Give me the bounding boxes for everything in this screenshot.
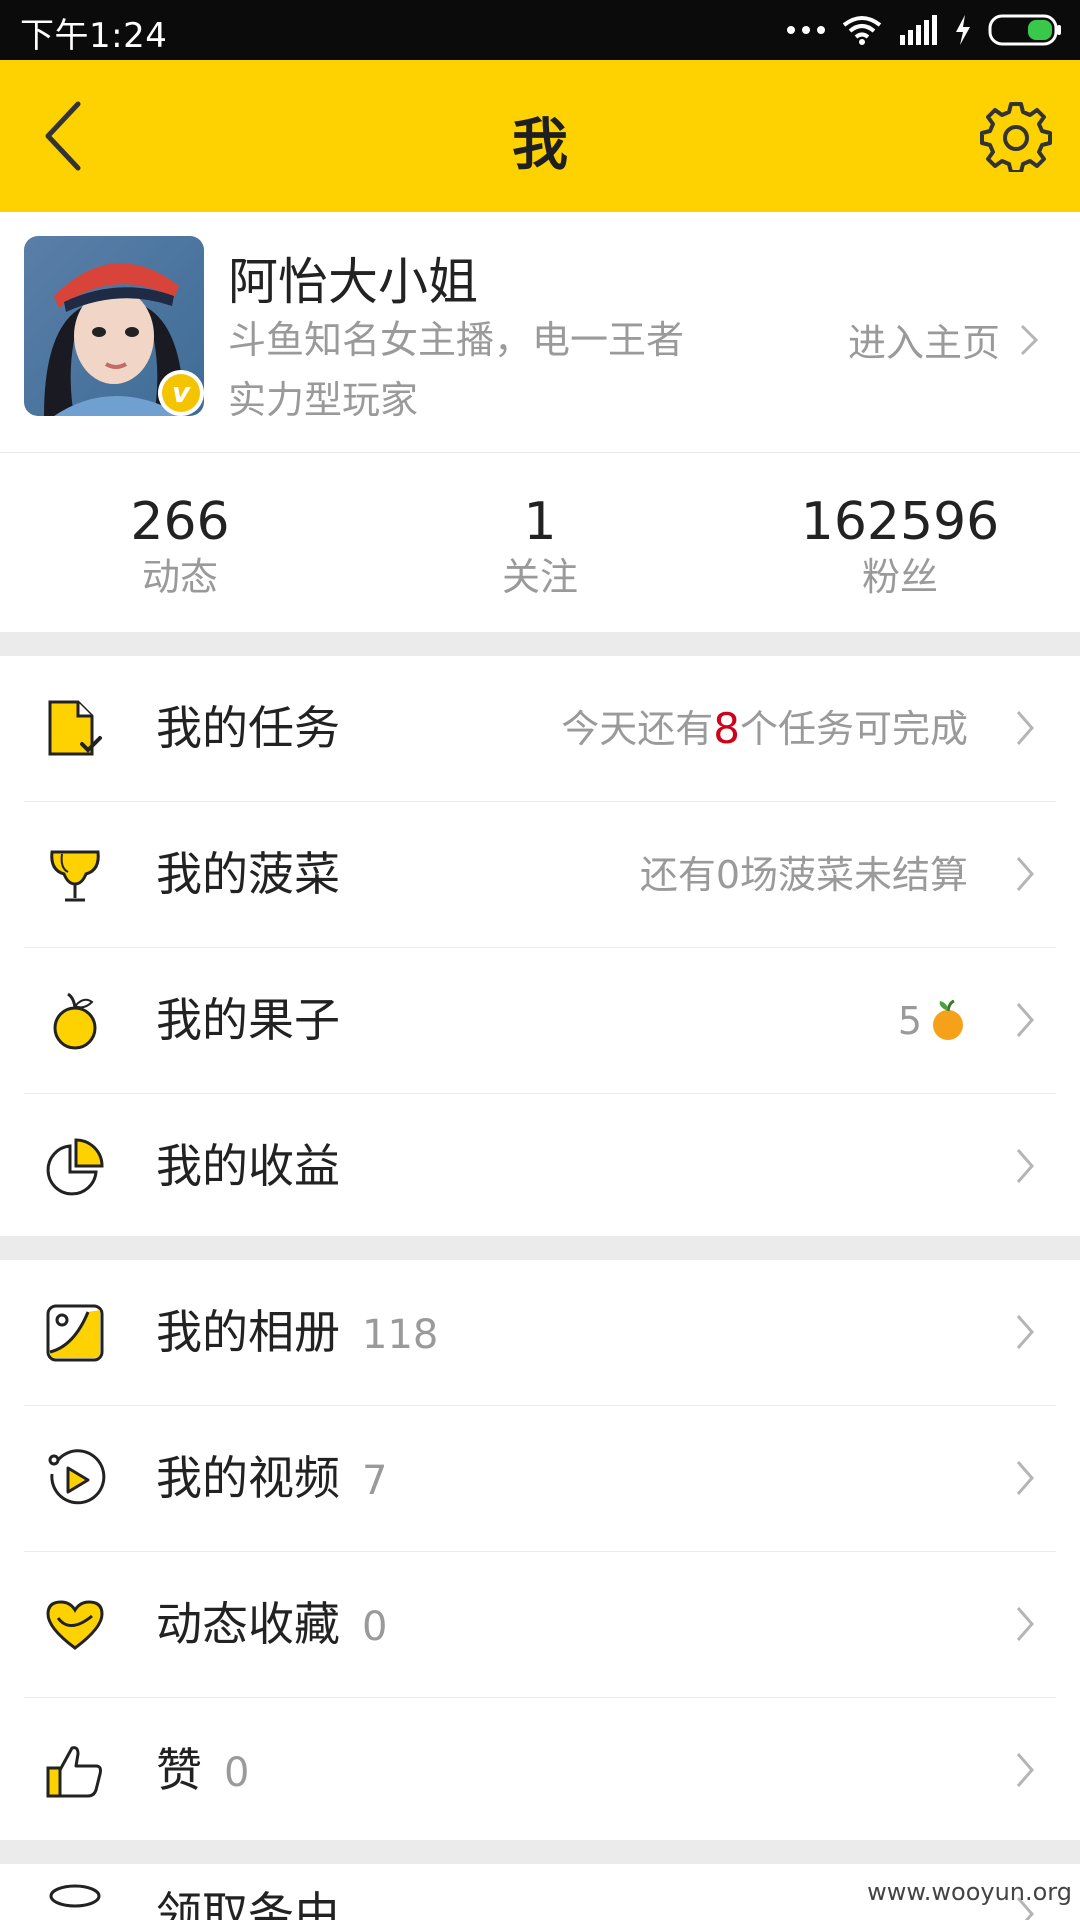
- chevron-right-icon: [1016, 1753, 1034, 1787]
- menu-item-video[interactable]: 我的视频 7: [24, 1406, 1056, 1552]
- stat-following[interactable]: 1 关注: [360, 452, 720, 632]
- video-count: 7: [362, 1458, 388, 1504]
- menu-hint-tasks: 今天还有 8 个任务可完成: [561, 704, 968, 753]
- heart-icon: [46, 1600, 104, 1650]
- stat-following-label: 关注: [501, 555, 578, 599]
- stat-fans[interactable]: 162596 粉丝: [720, 452, 1080, 632]
- chevron-right-icon: [1016, 1315, 1034, 1349]
- menu-label-video: 我的视频 7: [156, 1451, 388, 1505]
- verified-badge-icon: v: [158, 370, 204, 416]
- menu-label-bocai: 我的菠菜: [156, 847, 340, 901]
- status-bar: 下午1:24: [0, 0, 1080, 60]
- menu-label-partial: 领取条由: [156, 1887, 340, 1920]
- likes-count: 0: [224, 1750, 250, 1796]
- gear-icon: [980, 102, 1052, 174]
- chevron-right-icon: [1016, 1149, 1034, 1183]
- status-time: 下午1:24: [20, 16, 168, 56]
- menu-label-album: 我的相册 118: [156, 1305, 439, 1359]
- task-document-icon: [48, 700, 102, 756]
- profile-bio: 斗鱼知名女主播，电一王者 实力型玩家: [228, 310, 748, 430]
- stat-fans-value: 162596: [800, 492, 1000, 552]
- header-bar: 我: [0, 60, 1080, 212]
- stat-fans-label: 粉丝: [861, 555, 938, 599]
- chevron-right-icon: [1020, 324, 1039, 355]
- battery-icon: [988, 14, 1061, 46]
- menu-item-favorites[interactable]: 动态收藏 0: [24, 1552, 1056, 1698]
- trophy-icon: [50, 850, 100, 902]
- profile-card[interactable]: v 阿怡大小姐 斗鱼知名女主播，电一王者 实力型玩家 进入主页: [0, 212, 1080, 453]
- menu-item-album[interactable]: 我的相册 118: [24, 1260, 1056, 1406]
- menu-item-tasks[interactable]: 我的任务 今天还有 8 个任务可完成: [24, 656, 1056, 802]
- chevron-right-icon: [1016, 1003, 1034, 1037]
- menu-hint-bocai: 还有0场菠菜未结算: [639, 853, 968, 897]
- signal-icon: [900, 15, 937, 45]
- menu-label-likes: 赞0: [156, 1743, 250, 1797]
- pie-chart-icon: [46, 1138, 104, 1196]
- stat-posts-value: 266: [130, 492, 230, 552]
- menu-hint-fruit: 5: [898, 996, 968, 1046]
- enter-homepage-link[interactable]: 进入主页: [848, 312, 1040, 367]
- album-count: 118: [362, 1312, 439, 1358]
- section-divider: [0, 1840, 1080, 1864]
- stat-posts-label: 动态: [141, 555, 218, 599]
- stat-posts[interactable]: 266 动态: [0, 452, 360, 632]
- profile-bio-line-1: 斗鱼知名女主播，电一王者: [228, 318, 685, 362]
- menu-group-1: 我的任务 今天还有8个任务可完成 我的菠菜 还有0场菠菜未结算 我的果子 5: [0, 656, 1080, 1239]
- task-count: 8: [713, 704, 740, 753]
- menu-item-bocai[interactable]: 我的菠菜 还有0场菠菜未结算: [24, 802, 1056, 948]
- partial-item-icon: [49, 1884, 101, 1908]
- stat-following-value: 1: [523, 492, 557, 552]
- menu-item-fruit[interactable]: 我的果子 5: [24, 948, 1056, 1094]
- menu-group-2: 我的相册 118 我的视频 7 动态收藏 0 赞 0: [0, 1260, 1080, 1843]
- photo-album-icon: [46, 1304, 104, 1362]
- chevron-right-icon: [1016, 1607, 1034, 1641]
- menu-label-fruit: 我的果子: [156, 993, 340, 1047]
- wifi-icon: [842, 16, 882, 45]
- page-title: 我: [512, 113, 568, 178]
- fruit-count: 5: [897, 999, 922, 1043]
- chevron-right-icon: [1016, 1461, 1034, 1495]
- section-divider: [0, 632, 1080, 656]
- fruit-icon: [53, 992, 97, 1050]
- thumbs-up-icon: [46, 1746, 102, 1798]
- more-dots-icon: [787, 26, 825, 34]
- settings-button[interactable]: [980, 100, 1052, 174]
- menu-label-favorites: 动态收藏 0: [156, 1597, 388, 1651]
- menu-label-tasks: 我的任务: [156, 701, 340, 755]
- enter-homepage-label: 进入主页: [847, 321, 1000, 365]
- chevron-right-icon: [1016, 711, 1034, 745]
- profile-bio-line-2: 实力型玩家: [228, 378, 419, 422]
- section-divider: [0, 1236, 1080, 1260]
- charging-icon: [956, 15, 970, 45]
- menu-label-income: 我的收益: [156, 1139, 340, 1193]
- orange-fruit-icon: [933, 999, 963, 1040]
- video-play-icon: [48, 1449, 106, 1505]
- stats-row: 266 动态 1 关注 162596 粉丝: [0, 452, 1080, 632]
- menu-item-income[interactable]: 我的收益: [24, 1094, 1056, 1239]
- menu-item-likes[interactable]: 赞0: [24, 1698, 1056, 1843]
- chevron-right-icon: [1016, 857, 1034, 891]
- profile-name: 阿怡大小姐: [228, 253, 478, 311]
- watermark: www.wooyun.org: [867, 1878, 1072, 1906]
- favorites-count: 0: [362, 1604, 388, 1650]
